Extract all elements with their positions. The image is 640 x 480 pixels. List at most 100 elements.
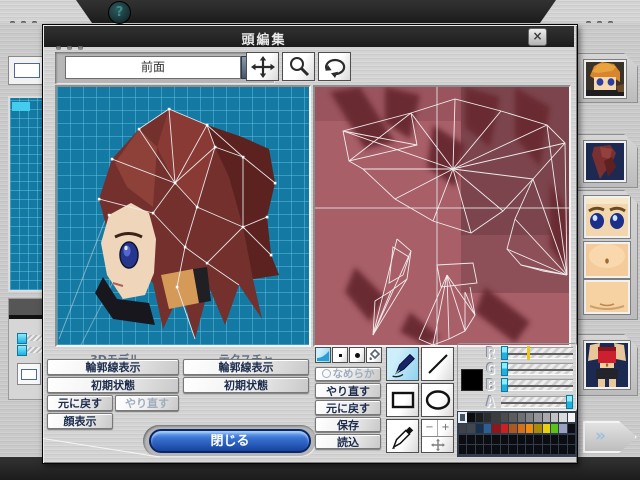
palette-cell[interactable] — [467, 424, 474, 433]
slider-alpha[interactable] — [501, 396, 573, 408]
palette-cell[interactable] — [467, 445, 474, 454]
zoom-out-button[interactable]: − — [422, 420, 438, 436]
brush-large-button[interactable] — [349, 347, 365, 363]
palette-cell[interactable] — [543, 424, 550, 433]
palette-cell[interactable] — [459, 445, 466, 454]
palette-cell[interactable] — [526, 445, 533, 454]
palette-cell[interactable] — [559, 424, 566, 433]
rotate-view-button[interactable] — [318, 52, 351, 81]
brush-small-button[interactable] — [332, 347, 348, 363]
palette-cell[interactable] — [492, 445, 499, 454]
palette-cell[interactable] — [492, 413, 499, 422]
slider-green-handle[interactable] — [501, 362, 508, 376]
pan-view-button[interactable] — [246, 52, 279, 81]
texture-outline-button[interactable]: 輪郭線表示 — [183, 359, 309, 375]
palette-cell[interactable] — [459, 413, 466, 422]
texture-uv-viewport[interactable] — [313, 85, 571, 347]
zoom-in-button[interactable]: + — [438, 420, 453, 436]
texture-initial-button[interactable]: 初期状態 — [183, 377, 309, 393]
slider-red-handle[interactable] — [501, 346, 508, 360]
thumbnail-character-head[interactable] — [584, 60, 626, 98]
palette-cell[interactable] — [568, 445, 575, 454]
palette-cell[interactable] — [518, 435, 525, 444]
palette-cell[interactable] — [459, 424, 466, 433]
palette-cell[interactable] — [501, 413, 508, 422]
pen-tool-button[interactable] — [386, 347, 419, 381]
palette-cell[interactable] — [534, 445, 541, 454]
thumbnail-torso[interactable] — [584, 242, 630, 278]
thumbnail-full-body[interactable] — [584, 341, 630, 389]
palette-cell[interactable] — [509, 445, 516, 454]
paint-undo-button[interactable]: 元に戻す — [315, 400, 381, 415]
palette-cell[interactable] — [518, 445, 525, 454]
palette-cell[interactable] — [568, 435, 575, 444]
palette-cell[interactable] — [526, 435, 533, 444]
current-color-swatch[interactable] — [461, 369, 483, 391]
sidebar-tab-body[interactable] — [577, 334, 638, 396]
face-display-button[interactable]: 顔表示 — [47, 413, 113, 429]
palette-cell[interactable] — [467, 435, 474, 444]
palette-cell[interactable] — [551, 445, 558, 454]
palette-cell[interactable] — [551, 435, 558, 444]
thumbnail-skin[interactable] — [584, 280, 630, 314]
slider-green[interactable] — [501, 363, 573, 375]
palette-cell[interactable] — [484, 445, 491, 454]
zoom-view-button[interactable] — [282, 52, 315, 81]
save-button[interactable]: 保存 — [315, 417, 381, 432]
model-initial-button[interactable]: 初期状態 — [47, 377, 179, 393]
view-direction-select[interactable]: 前面 — [65, 56, 241, 79]
dialog-title-bar[interactable]: 頭編集 × — [44, 26, 574, 47]
palette-cell[interactable] — [484, 424, 491, 433]
palette-cell[interactable] — [518, 424, 525, 433]
palette-cell[interactable] — [467, 413, 474, 422]
palette-cell[interactable] — [534, 435, 541, 444]
palette-cell[interactable] — [459, 435, 466, 444]
palette-cell[interactable] — [501, 435, 508, 444]
sidebar-tab-face-parts[interactable] — [577, 190, 638, 320]
palette-cell[interactable] — [492, 435, 499, 444]
sidebar-tab-head[interactable] — [577, 53, 638, 103]
palette-cell[interactable] — [501, 424, 508, 433]
line-tool-button[interactable] — [421, 347, 454, 381]
palette-cell[interactable] — [526, 413, 533, 422]
smooth-toggle[interactable]: なめらか — [315, 367, 381, 381]
palette-cell[interactable] — [551, 413, 558, 422]
fill-bucket-button[interactable] — [366, 347, 382, 363]
palette-cell[interactable] — [501, 445, 508, 454]
thumbnail-hair[interactable] — [584, 141, 626, 182]
palette-cell[interactable] — [543, 413, 550, 422]
brush-soft-button[interactable] — [315, 347, 331, 363]
model-3d-viewport[interactable] — [55, 85, 311, 347]
palette-cell[interactable] — [543, 445, 550, 454]
eyedropper-tool-button[interactable] — [386, 419, 419, 453]
slider-red[interactable] — [501, 347, 573, 359]
palette-cell[interactable] — [543, 435, 550, 444]
slider-alpha-handle[interactable] — [566, 395, 573, 409]
load-button[interactable]: 読込 — [315, 434, 381, 449]
palette-cell[interactable] — [559, 435, 566, 444]
palette-cell[interactable] — [509, 424, 516, 433]
slider-blue[interactable] — [501, 379, 573, 391]
palette-cell[interactable] — [534, 413, 541, 422]
close-icon[interactable]: × — [528, 28, 547, 46]
palette-cell[interactable] — [534, 424, 541, 433]
model-redo-button[interactable]: やり直す — [115, 395, 179, 411]
palette-cell[interactable] — [518, 413, 525, 422]
ellipse-tool-button[interactable] — [421, 383, 454, 417]
palette-cell[interactable] — [476, 435, 483, 444]
help-button[interactable]: ? — [108, 1, 131, 24]
close-button[interactable]: 閉じる — [149, 429, 311, 453]
palette-cell[interactable] — [559, 445, 566, 454]
palette-cell[interactable] — [559, 413, 566, 422]
palette-cell[interactable] — [509, 413, 516, 422]
sidebar-tab-hair[interactable] — [577, 134, 638, 188]
palette-cell[interactable] — [492, 424, 499, 433]
palette-cell[interactable] — [484, 435, 491, 444]
palette-cell[interactable] — [476, 445, 483, 454]
pan-tool-button[interactable] — [422, 436, 453, 453]
paint-redo-button[interactable]: やり直す — [315, 383, 381, 398]
model-undo-button[interactable]: 元に戻す — [47, 395, 113, 411]
palette-cell[interactable] — [476, 424, 483, 433]
palette-cell[interactable] — [484, 413, 491, 422]
palette-cell[interactable] — [568, 413, 575, 422]
